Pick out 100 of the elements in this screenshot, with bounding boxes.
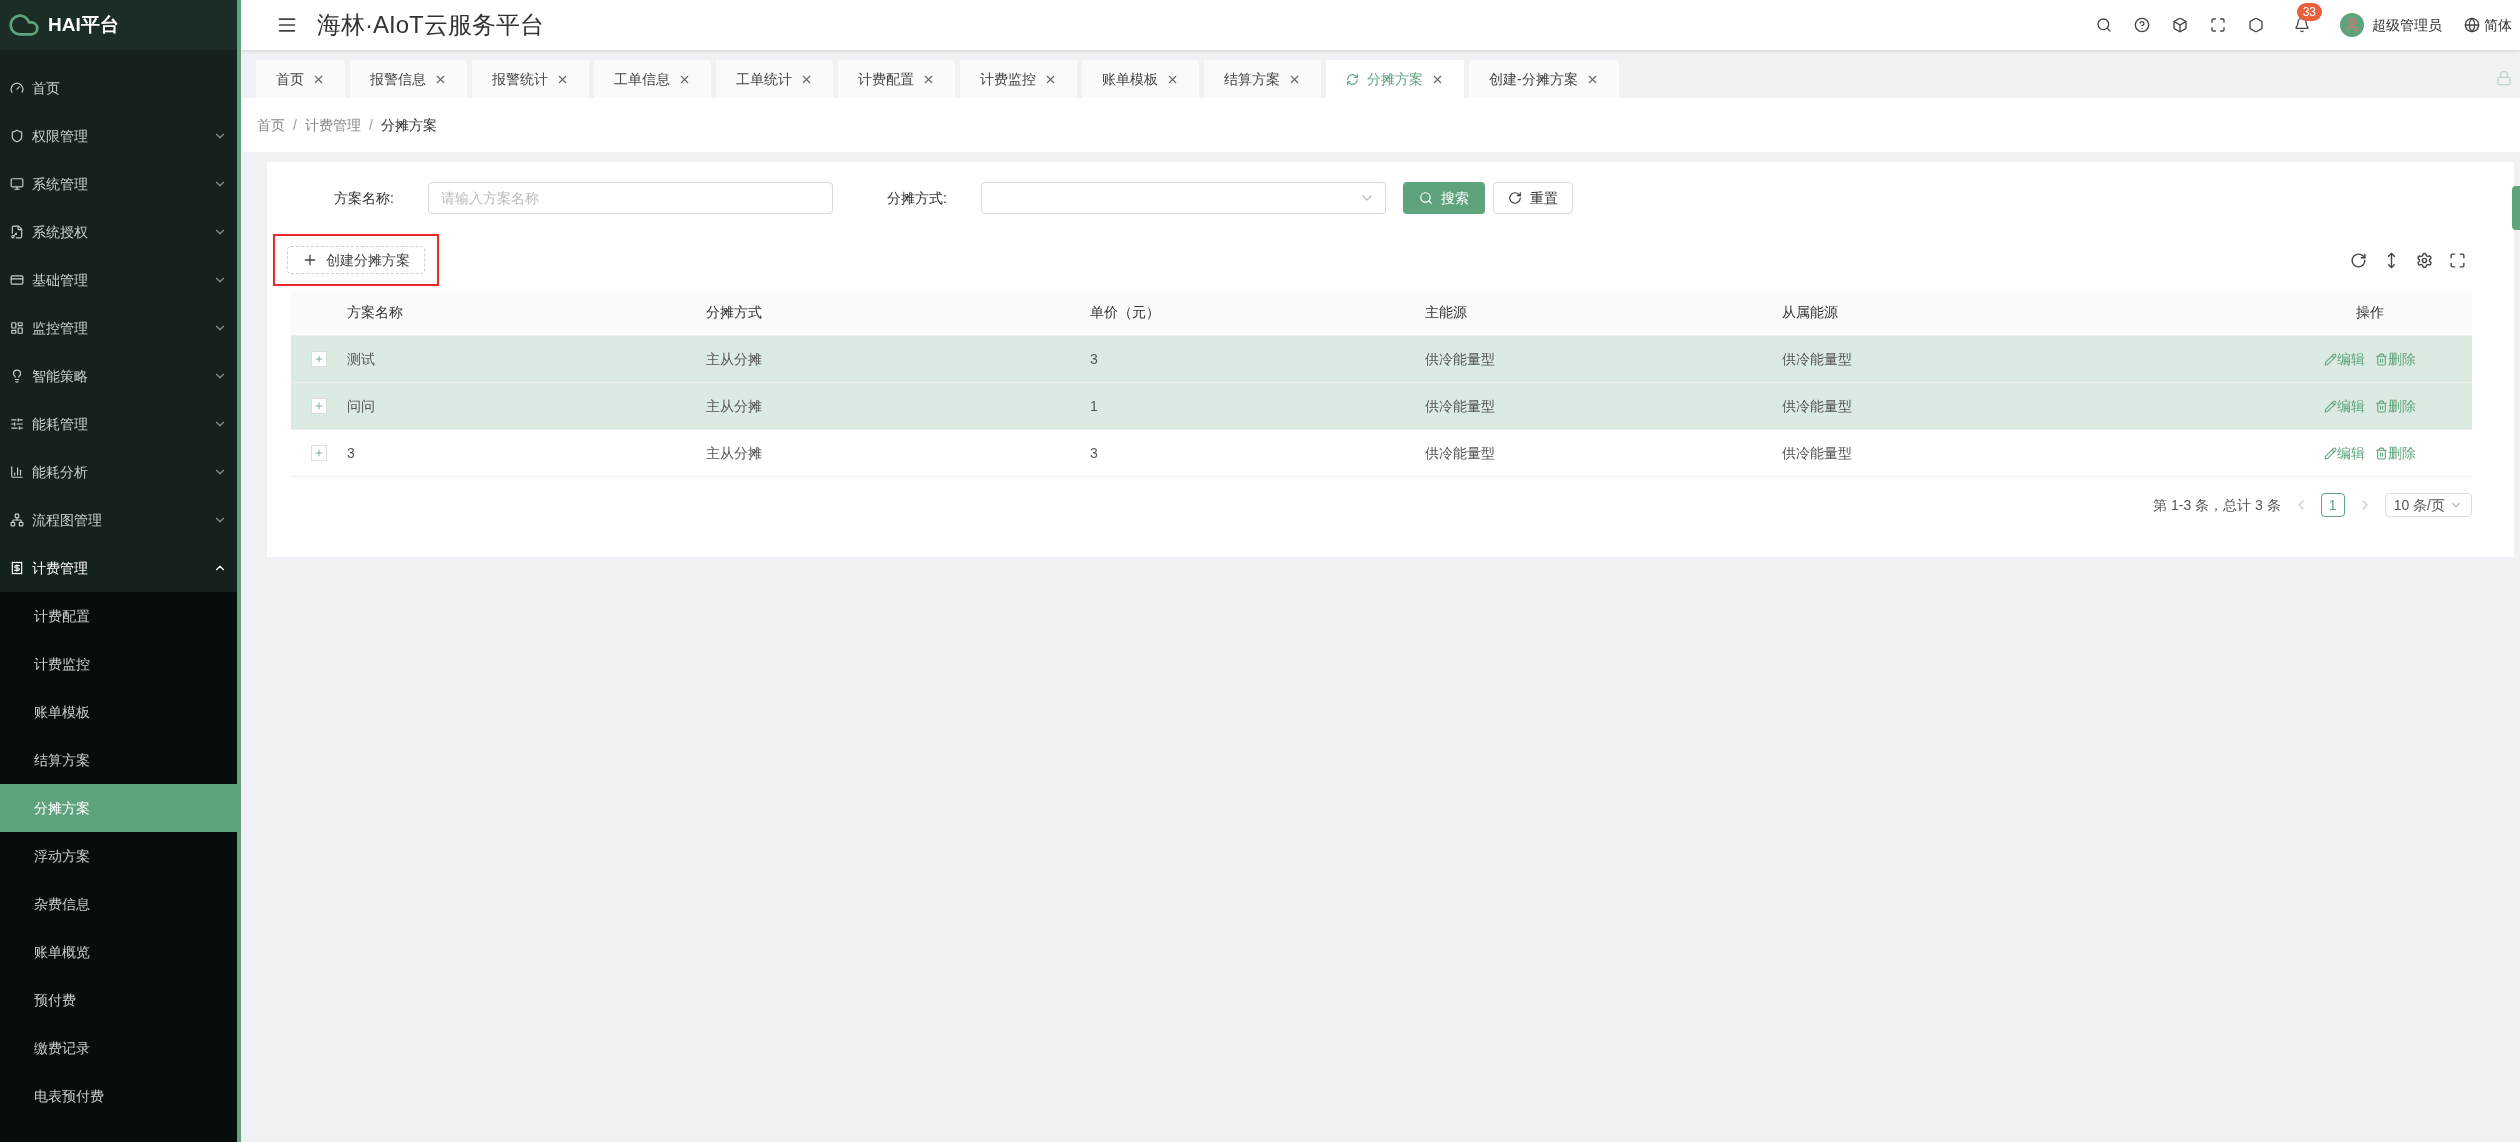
sidebar-subitem[interactable]: 账单模板 [0,688,237,736]
sidebar-subitem[interactable]: 电表预付费 [0,1072,237,1120]
sidebar-subitem[interactable]: 计费监控 [0,640,237,688]
gauge-icon [10,81,24,95]
table-cell: 测试 [347,350,375,367]
trash-icon [2375,399,2388,413]
brand-name: HAI平台 [48,12,119,37]
sidebar-subitem[interactable]: 浮动方案 [0,832,237,880]
network-icon [10,513,24,527]
sidebar-item[interactable]: 流程图管理 [0,496,237,544]
page-tab[interactable]: 计费配置 [838,60,955,98]
card-icon [10,273,24,287]
plus-icon [314,448,324,458]
notification-badge: 33 [2296,3,2322,21]
table-cell: 供冷能量型 [1425,444,1495,461]
page-tab[interactable]: 计费监控 [960,60,1077,98]
help-icon[interactable] [2134,17,2150,33]
sidebar-subitem[interactable]: 杂费信息 [0,880,237,928]
sidebar-item[interactable]: 能耗管理 [0,400,237,448]
page-size-select[interactable]: 10 条/页 [2384,493,2472,517]
avatar[interactable] [2340,13,2364,37]
search-icon [1419,191,1433,205]
document-icon [10,225,24,239]
page-tab[interactable]: 工单信息 [594,60,711,98]
bar-chart-icon [10,465,24,479]
monitor-icon [10,177,24,191]
sidebar-item[interactable]: 智能策略 [0,352,237,400]
refresh-icon [1346,72,1359,86]
table-cell: 主从分摊 [706,350,762,367]
reload-icon[interactable] [2350,251,2367,269]
breadcrumb-item[interactable]: 计费管理 [304,114,361,136]
reset-button[interactable]: 重置 [1493,182,1573,214]
trash-icon [2375,352,2388,366]
hexagon-icon[interactable] [2248,17,2264,33]
table-cell: 3 [1090,350,1098,367]
pencil-icon [2324,446,2337,460]
page-tab[interactable]: 报警统计 [472,60,589,98]
pencil-icon [2324,399,2337,413]
sidebar-item[interactable]: 监控管理 [0,304,237,352]
pagination-summary: 第 1-3 条，总计 3 条 [2153,495,2281,515]
cube-icon[interactable] [2172,17,2188,33]
table-cell: 供冷能量型 [1425,397,1495,414]
table-cell: 供冷能量型 [1782,444,1852,461]
page-tab[interactable]: 创建-分摊方案 [1469,60,1619,98]
field-label: 方案名称: [333,188,394,208]
dashboard-icon [10,321,24,335]
table-cell: 供冷能量型 [1782,397,1852,414]
sliders-icon [10,417,24,431]
sidebar-item[interactable]: 权限管理 [0,112,237,160]
pencil-icon [2324,352,2337,366]
page-tab[interactable]: 结算方案 [1204,60,1321,98]
bell-icon[interactable] [2294,17,2310,33]
table-cell: 主从分摊 [706,397,762,414]
menu-icon [277,15,297,35]
table-cell: 主从分摊 [706,444,762,461]
table-cell: 3 [1090,444,1098,461]
sidebar-subitem[interactable]: 计费配置 [0,592,237,640]
fullscreen-icon[interactable] [2210,17,2226,33]
column-header: 分摊方式 [706,304,762,320]
sidebar-item[interactable]: 系统授权 [0,208,237,256]
lightbulb-icon [10,369,24,383]
settings-icon[interactable] [2416,251,2433,269]
shield-icon [10,129,24,143]
page-tab[interactable]: 账单模板 [1082,60,1199,98]
reload-icon [1508,191,1522,205]
search-icon[interactable] [2096,17,2112,33]
sidebar-item[interactable]: 基础管理 [0,256,237,304]
sidebar-subitem[interactable]: 账单概览 [0,928,237,976]
breadcrumb-separator: / [293,115,297,135]
sidebar-item[interactable]: 系统管理 [0,160,237,208]
sidebar-subitem[interactable]: 预付费 [0,976,237,1024]
table-cell: 问问 [347,397,375,414]
column-header: 操作 [2356,304,2384,320]
create-scheme-button[interactable]: 创建分摊方案 [287,246,425,274]
table-cell: 3 [347,444,355,461]
breadcrumb-item: 分摊方案 [380,115,437,135]
globe-icon[interactable] [2464,17,2480,33]
breadcrumb-item[interactable]: 首页 [257,114,285,136]
column-header: 单价（元） [1090,304,1160,320]
sidebar-subitem[interactable]: 结算方案 [0,736,237,784]
scheme-name-input[interactable]: 请输入方案名称 [428,182,833,214]
sidebar-item[interactable]: 首页 [0,64,237,112]
fullscreen-icon[interactable] [2449,251,2466,269]
platform-title: 海林·AIoT云服务平台 [317,10,544,40]
plus-icon [314,354,324,364]
sidebar-item[interactable]: 能耗分析 [0,448,237,496]
table-cell: 1 [1090,397,1098,414]
breadcrumb-separator: / [368,115,373,135]
column-header: 从属能源 [1782,304,1838,320]
page-tab[interactable]: 工单统计 [716,60,833,98]
page-tab[interactable]: 报警信息 [350,60,467,98]
sidebar-subitem[interactable]: 缴费记录 [0,1024,237,1072]
language-selector[interactable]: 简体 [2484,14,2512,36]
sidebar-item[interactable]: 计费管理 [0,544,237,592]
receipt-icon [10,561,24,575]
column-header: 主能源 [1425,304,1467,320]
user-name[interactable]: 超级管理员 [2372,14,2442,36]
menu-toggle-button[interactable] [277,15,297,35]
page-tab[interactable]: 首页 [256,60,345,98]
user-icon [2344,17,2360,33]
